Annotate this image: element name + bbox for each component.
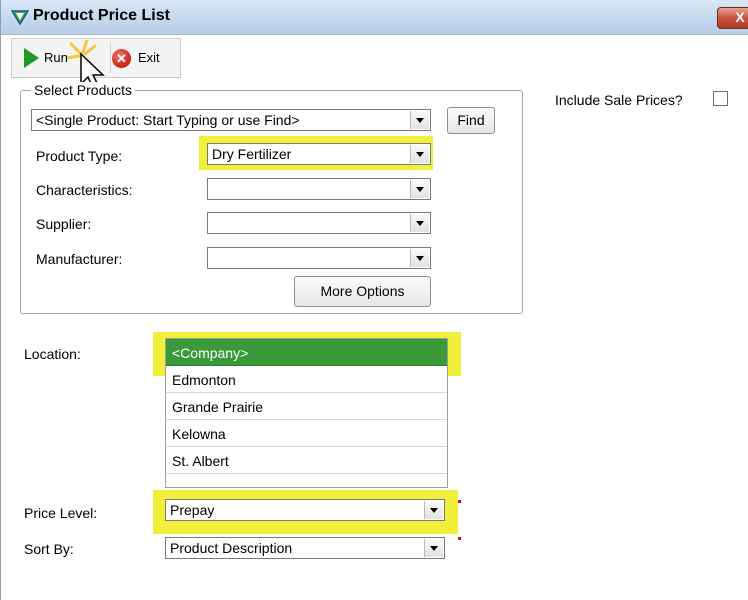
chevron-down-icon[interactable] (410, 111, 429, 129)
title-bar: Product Price List X (1, 0, 748, 35)
supplier-label: Supplier: (36, 216, 92, 232)
select-products-label: Select Products (31, 82, 136, 98)
product-search-combo[interactable]: <Single Product: Start Typing or use Fin… (31, 109, 431, 131)
price-level-value: Prepay (170, 502, 215, 518)
location-label: Location: (24, 346, 81, 362)
chevron-down-icon[interactable] (410, 145, 429, 163)
characteristics-combo[interactable] (207, 178, 431, 200)
sort-by-combo[interactable]: Product Description (165, 537, 445, 559)
product-price-list-window: Product Price List X Run ✕ Exit Select P… (0, 0, 748, 600)
chevron-down-icon[interactable] (410, 180, 429, 198)
exit-button[interactable]: ✕ Exit (108, 45, 172, 71)
manufacturer-combo[interactable] (207, 247, 431, 269)
product-type-label: Product Type: (36, 148, 123, 164)
run-label: Run (44, 50, 68, 65)
product-search-value: <Single Product: Start Typing or use Fin… (36, 112, 300, 128)
required-indicator (458, 500, 461, 503)
find-button[interactable]: Find (447, 107, 495, 134)
list-item[interactable]: Edmonton (166, 366, 447, 393)
close-button[interactable]: X (717, 7, 748, 29)
include-sale-prices-checkbox[interactable] (713, 91, 728, 106)
list-item[interactable]: St. Albert (166, 447, 447, 474)
price-level-label: Price Level: (24, 505, 98, 521)
required-indicator (458, 537, 461, 540)
chevron-down-icon[interactable] (410, 214, 429, 232)
list-item[interactable]: <Company> (166, 339, 447, 366)
sort-by-value: Product Description (170, 540, 293, 556)
exit-label: Exit (138, 50, 160, 65)
include-sale-prices-label: Include Sale Prices? (555, 92, 683, 108)
supplier-combo[interactable] (207, 212, 431, 234)
list-item[interactable]: Grande Prairie (166, 393, 447, 420)
list-item[interactable]: Kelowna (166, 420, 447, 447)
characteristics-label: Characteristics: (36, 182, 133, 198)
manufacturer-label: Manufacturer: (36, 251, 123, 267)
more-options-button[interactable]: More Options (294, 276, 431, 307)
location-listbox[interactable]: <Company> Edmonton Grande Prairie Kelown… (165, 338, 448, 488)
sort-by-label: Sort By: (24, 541, 74, 557)
play-icon (24, 48, 39, 68)
chevron-down-icon[interactable] (410, 249, 429, 267)
product-type-combo[interactable]: Dry Fertilizer (207, 143, 431, 165)
price-level-combo[interactable]: Prepay (165, 499, 445, 521)
product-type-value: Dry Fertilizer (212, 146, 292, 162)
chevron-down-icon[interactable] (424, 501, 443, 519)
chevron-down-icon[interactable] (424, 539, 443, 557)
app-logo-icon (11, 10, 29, 25)
window-title: Product Price List (33, 7, 170, 24)
